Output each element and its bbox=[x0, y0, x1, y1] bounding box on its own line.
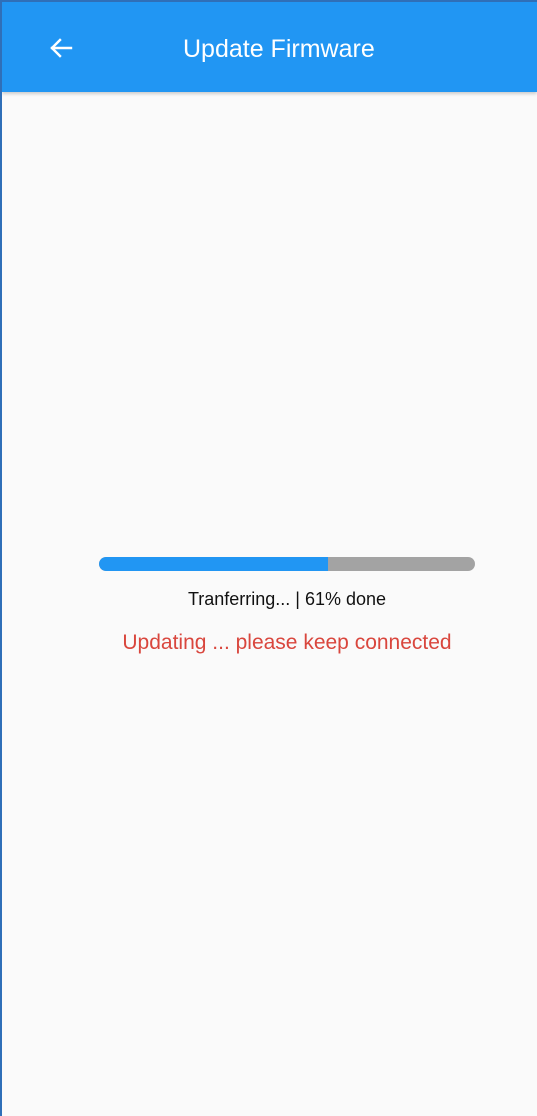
app-bar: Update Firmware bbox=[2, 2, 537, 92]
page-title: Update Firmware bbox=[183, 35, 375, 63]
status-message: Updating ... please keep connected bbox=[122, 631, 452, 654]
arrow-left-icon bbox=[50, 38, 73, 58]
back-button[interactable] bbox=[44, 31, 78, 65]
phone-screen: Update Firmware Tranferring... | 61% don… bbox=[0, 0, 537, 1116]
progress-bar-fill bbox=[99, 557, 329, 571]
progress-bar bbox=[99, 557, 475, 571]
progress-label: Tranferring... | 61% done bbox=[187, 589, 387, 609]
firmware-update-panel: Tranferring... | 61% done Updating ... p… bbox=[2, 92, 537, 1116]
